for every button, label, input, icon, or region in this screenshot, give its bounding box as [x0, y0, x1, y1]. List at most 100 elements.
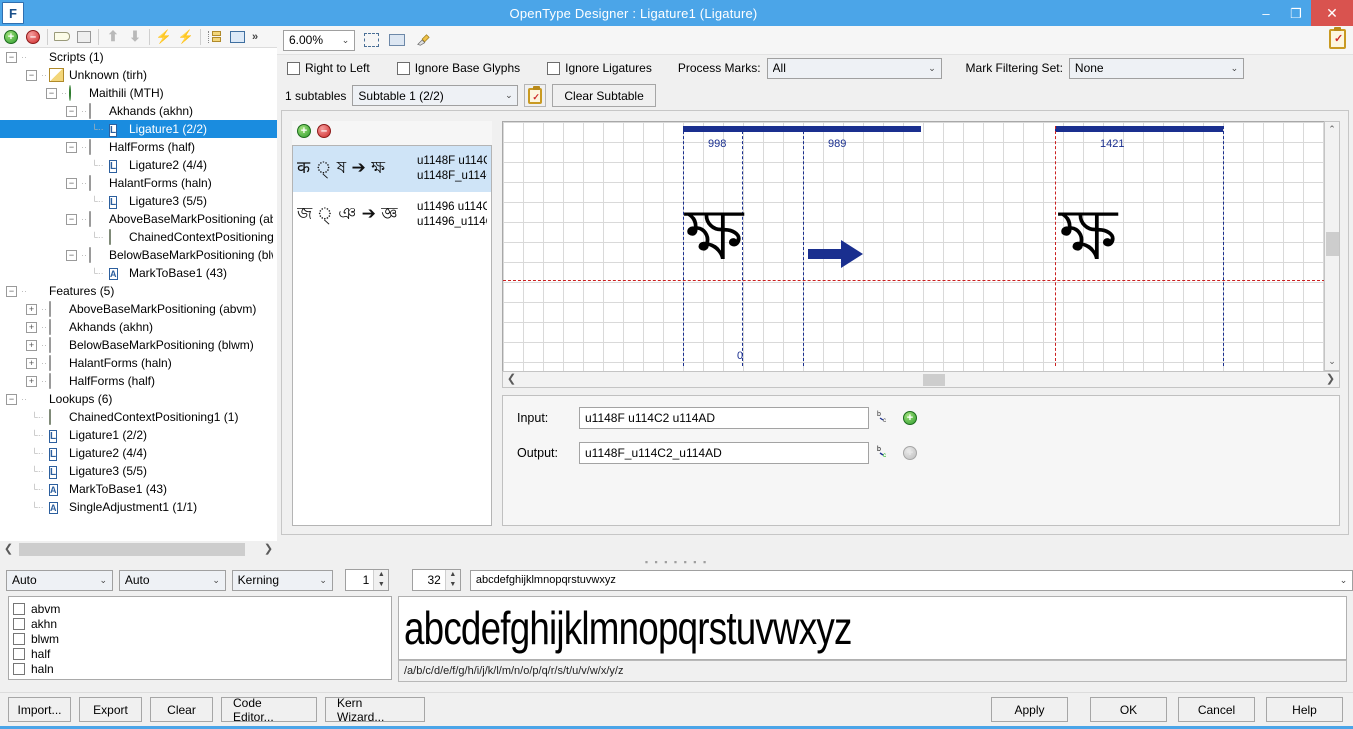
sample-text-combo[interactable]: abcdefghijklmnopqrstuvwxyz ⌄ [469, 569, 1353, 591]
import-button[interactable]: Import... [8, 697, 71, 722]
instance-stepper[interactable]: 1 ▲ ▼ [344, 569, 390, 591]
feature-checkbox-akhn[interactable]: akhn [13, 616, 391, 631]
right-to-left-checkbox[interactable]: Right to Left [287, 61, 370, 75]
font-size-stepper[interactable]: 32 ▲ ▼ [412, 569, 461, 591]
ligature-list[interactable]: क ্ ষ ➔ ক্ষ u1148F u114C2 u1148F_u114C জ ্ … [292, 145, 492, 526]
maximize-button[interactable]: ❐ [1281, 0, 1311, 26]
tree-expander[interactable]: + [26, 375, 37, 387]
feature-checkbox-list[interactable]: abvm akhn blwm half haln [8, 596, 392, 680]
add-input-icon[interactable]: + [903, 411, 917, 425]
tree-item-singleadjustment1-1-1[interactable]: └·· A SingleAdjustment1 (1/1) [0, 498, 277, 516]
tree-horizontal-scrollbar[interactable]: ❮ ❯ [0, 541, 277, 558]
feature-mode-combo[interactable]: Kerning ⌄ [231, 569, 333, 591]
stepper-down-icon[interactable]: ▼ [374, 580, 388, 590]
chevron-down-icon[interactable]: ⌄ [924, 63, 941, 74]
move-up-icon[interactable]: ⬆ [102, 27, 124, 47]
tree-item-ligature1-2-2[interactable]: └·· L Ligature1 (2/2) [0, 120, 277, 138]
fit-to-window-icon[interactable] [361, 30, 381, 50]
kern-wizard-button[interactable]: Kern Wizard... [325, 696, 425, 724]
chevron-down-icon[interactable]: ⌄ [1335, 575, 1352, 586]
checkbox-box[interactable] [287, 61, 300, 75]
checkbox-box[interactable] [396, 61, 410, 75]
tree-expander[interactable]: − [66, 177, 77, 189]
tree-expander[interactable]: − [66, 213, 77, 225]
subtable-clipboard-button[interactable]: ✓ [524, 84, 547, 107]
feature-checkbox-haln[interactable]: haln [13, 661, 391, 676]
feature-checkbox-blwm[interactable]: blwm [13, 631, 391, 646]
clear-subtable-button[interactable]: Clear Subtable [552, 84, 656, 107]
tree-item-ligature3-5-5[interactable]: └·· L Ligature3 (5/5) [0, 462, 277, 480]
compile-icon[interactable]: ⚡ [153, 27, 175, 47]
glyph-canvas[interactable]: 998 989 1421 0 ক্ষ ক্ষ [502, 121, 1324, 371]
feature-tree[interactable]: − ·· Scripts (1) − ·· Unknown (tirh) − ·· Maithi… [0, 48, 277, 541]
feature-checkbox-abvm[interactable]: abvm [13, 601, 391, 616]
tree-item-ligature3-5-5[interactable]: └·· L Ligature3 (5/5) [0, 192, 277, 210]
chevron-down-icon[interactable]: ⌄ [1226, 63, 1243, 74]
subtable-combo[interactable]: Subtable 1 (2/2) ⌄ [352, 85, 519, 106]
tree-item-halantforms-haln[interactable]: + ·· HalantForms (haln) [0, 354, 277, 372]
feature-checkbox-half[interactable]: half [13, 646, 391, 661]
tree-item-akhands-akhn[interactable]: + ·· Akhands (akhn) [0, 318, 277, 336]
code-editor-button[interactable]: Code Editor... [221, 696, 317, 724]
scroll-thumb[interactable] [19, 543, 245, 556]
remove-icon[interactable]: – [22, 27, 44, 47]
tree-item-abovebasemarkpositioning-abvm[interactable]: + ·· AboveBaseMarkPositioning (abvm) [0, 300, 277, 318]
scroll-thumb[interactable] [1326, 232, 1339, 256]
script-combo[interactable]: Auto ⌄ [6, 569, 113, 591]
tree-item-marktobase1-43[interactable]: └·· A MarkToBase1 (43) [0, 480, 277, 498]
cancel-button[interactable]: Cancel [1178, 697, 1255, 722]
tree-item-maithili-mth[interactable]: − ·· Maithili (MTH) [0, 84, 277, 102]
ignore-ligatures-checkbox[interactable]: Ignore Ligatures [547, 61, 652, 75]
expand-tree-icon[interactable] [204, 27, 226, 47]
language-combo[interactable]: Auto ⌄ [118, 569, 226, 591]
tree-expander[interactable]: − [66, 141, 77, 153]
scroll-left-icon[interactable]: ❮ [503, 371, 520, 388]
mark-filtering-combo[interactable]: None ⌄ [1068, 57, 1244, 79]
input-field[interactable]: u1148F u114C2 u114AD [579, 407, 869, 429]
tree-item-abovebasemarkpositioning-abvm[interactable]: −·· AboveBaseMarkPositioning (abvm [0, 210, 277, 228]
tree-expander[interactable]: − [6, 285, 17, 297]
checkbox-box[interactable] [13, 662, 25, 675]
tree-expander[interactable]: + [26, 339, 37, 351]
ligature-list-item[interactable]: জ ্ ঞ ➔ জ্ঞ u11496 u114C2 u11496_u114C [293, 192, 491, 238]
tree-expander[interactable]: − [66, 105, 77, 117]
chevron-down-icon[interactable]: ⌄ [315, 575, 332, 586]
ligature-list-item[interactable]: क ্ ষ ➔ ক্ষ u1148F u114C2 u1148F_u114C [293, 146, 491, 192]
rename-tag-icon[interactable] [51, 27, 73, 47]
glyph-table-icon[interactable] [73, 27, 95, 47]
tree-expander[interactable]: + [26, 303, 37, 315]
clear-button[interactable]: Clear [150, 697, 213, 722]
canvas-vertical-scrollbar[interactable]: ⌃ ⌄ [1324, 121, 1340, 371]
tree-item-chainedcontextpositioning1-1[interactable]: └·· ChainedContextPositioning1 (1) [0, 408, 277, 426]
chevron-down-icon[interactable]: ⌄ [208, 575, 225, 586]
tree-expander[interactable]: − [6, 393, 17, 405]
panel-splitter[interactable]: ▪ ▪ ▪ ▪ ▪ ▪ ▪ [0, 558, 1353, 567]
tree-item-belowbasemarkpositioning-blwm[interactable]: + ·· BelowBaseMarkPositioning (blwm) [0, 336, 277, 354]
ok-button[interactable]: OK [1090, 697, 1167, 722]
scroll-track[interactable] [17, 541, 260, 558]
sample-text-value[interactable]: abcdefghijklmnopqrstuvwxyz [476, 574, 1335, 586]
tree-expander[interactable]: + [26, 321, 37, 333]
output-field[interactable]: u1148F_u114C2_u114AD [579, 442, 869, 464]
tree-item-halantforms-haln[interactable]: − ·· HalantForms (haln) [0, 174, 277, 192]
tree-expander[interactable]: − [46, 87, 57, 99]
tree-item-halfforms-half[interactable]: − ·· HalfForms (half) [0, 138, 277, 156]
tree-expander[interactable]: + [26, 357, 37, 369]
chevron-down-icon[interactable]: ⌄ [500, 90, 517, 101]
apply-button[interactable]: Apply [991, 697, 1068, 722]
scroll-right-icon[interactable]: ❯ [1322, 371, 1339, 388]
checkbox-box[interactable] [13, 632, 25, 645]
move-down-icon[interactable]: ⬇ [124, 27, 146, 47]
tree-item-halfforms-half[interactable]: + ·· HalfForms (half) [0, 372, 277, 390]
checkbox-box[interactable] [547, 61, 561, 75]
chevron-down-icon[interactable]: ⌄ [337, 35, 354, 46]
stepper-arrows[interactable]: ▲ ▼ [373, 570, 389, 590]
add-output-icon[interactable]: + [903, 446, 917, 460]
stepper-down-icon[interactable]: ▼ [446, 580, 460, 590]
tree-item-unknown-tirh[interactable]: − ·· Unknown (tirh) [0, 66, 277, 84]
add-ligature-icon[interactable]: + [297, 124, 311, 138]
scroll-down-icon[interactable]: ⌄ [1325, 354, 1339, 370]
zoom-combo[interactable]: 6.00% ⌄ [283, 29, 355, 51]
glyph-picker-icon[interactable]: bc [877, 409, 895, 427]
scroll-thumb[interactable] [923, 374, 945, 386]
